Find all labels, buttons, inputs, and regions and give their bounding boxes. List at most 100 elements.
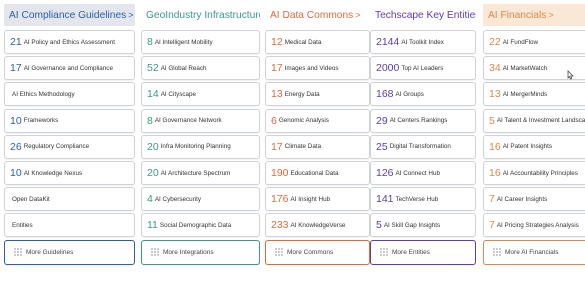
item-label: AI Insight Hub bbox=[290, 195, 331, 203]
list-item[interactable]: 14 AI Cityscape bbox=[141, 82, 260, 107]
more-label: More Commons bbox=[287, 248, 334, 256]
list-item[interactable]: 17 Images and Videos bbox=[265, 56, 370, 81]
more-button-geoindustry-infrastructure[interactable]: More Integrations bbox=[141, 239, 260, 265]
item-count: 10 bbox=[10, 114, 22, 127]
item-label: Infra Monitoring Planning bbox=[160, 143, 231, 151]
item-label: AI Architecture Spectrum bbox=[160, 169, 231, 177]
item-count: 16 bbox=[489, 167, 501, 179]
column-header-compliance-guidelines[interactable]: AI Compliance Guidelines > bbox=[4, 4, 135, 26]
column-title: GeoIndustry Infrastructure bbox=[146, 10, 260, 21]
more-label: More Entities bbox=[392, 248, 430, 256]
list-item[interactable]: 25 Digital Transformation bbox=[370, 134, 476, 159]
list-item[interactable]: 22 AI FundFlow bbox=[483, 30, 585, 54]
item-count: 17 bbox=[10, 62, 22, 75]
item-label: AI MarketWatch bbox=[502, 64, 548, 72]
list-item[interactable]: Entities bbox=[4, 213, 135, 238]
list-item[interactable]: 6 Genomic Analysis bbox=[265, 108, 370, 133]
item-count: 17 bbox=[271, 140, 283, 153]
grid-icon bbox=[14, 248, 22, 257]
list-item[interactable]: 13 Energy Data bbox=[265, 82, 370, 107]
item-count: 13 bbox=[489, 88, 501, 101]
list-item[interactable]: 29 AI Centers Rankings bbox=[370, 108, 476, 133]
item-count: 20 bbox=[147, 140, 159, 153]
item-label: AI FundFlow bbox=[502, 38, 539, 46]
column-techscape-key-entities: Techscape Key Entities> 2144AI Toolkit In… bbox=[370, 4, 476, 284]
more-button-techscape-key-entities[interactable]: More Entities bbox=[370, 239, 476, 265]
column-header-data-commons[interactable]: AI Data Commons > bbox=[265, 4, 370, 26]
list-item[interactable]: 17 Climate Data bbox=[265, 134, 370, 159]
list-item[interactable]: 10 Frameworks bbox=[4, 108, 135, 133]
chevron-right-icon: > bbox=[128, 10, 134, 20]
list-item[interactable]: 141 TechVerse Hub bbox=[370, 187, 476, 212]
item-label: AI Patent Insights bbox=[502, 143, 553, 151]
item-count: 20 bbox=[147, 167, 159, 179]
list-item[interactable]: 168 AI Groups bbox=[370, 82, 476, 107]
grid-icon bbox=[151, 248, 159, 257]
list-item[interactable]: 7 AI Pricing Strategies Analysis bbox=[483, 213, 585, 238]
item-count: 11 bbox=[147, 219, 158, 232]
list-item[interactable]: 190 Educational Data bbox=[265, 161, 370, 185]
list-item[interactable]: Open DataKit bbox=[4, 187, 135, 212]
item-count: 6 bbox=[271, 114, 277, 127]
list-item[interactable]: 176 AI Insight Hub bbox=[265, 187, 370, 212]
list-item[interactable]: 20 Infra Monitoring Planning bbox=[141, 134, 260, 159]
list-item[interactable]: 8 AI Intelligent Mobility bbox=[141, 30, 260, 54]
list-item[interactable]: 16 AI Patent Insights bbox=[483, 134, 585, 159]
chevron-right-icon: > bbox=[355, 10, 361, 20]
list-item[interactable]: 126 AI Connect Hub bbox=[370, 161, 476, 185]
column-header-ai-financials[interactable]: AI Financials > bbox=[483, 4, 585, 26]
item-count: 5 bbox=[376, 219, 382, 232]
list-item[interactable]: 20 AI Architecture Spectrum bbox=[141, 161, 260, 185]
list-item[interactable]: 233 AI KnowledgeVerse bbox=[265, 213, 370, 238]
item-count: 190 bbox=[271, 167, 289, 179]
item-count: 25 bbox=[376, 140, 388, 153]
item-count: 26 bbox=[10, 140, 22, 153]
list-item[interactable]: 8 AI Governance Network bbox=[141, 108, 260, 133]
item-count: 14 bbox=[147, 88, 159, 101]
column-header-techscape-key-entities[interactable]: Techscape Key Entities> bbox=[370, 4, 476, 26]
column-header-geoindustry-infrastructure[interactable]: GeoIndustry Infrastructure> bbox=[141, 4, 260, 26]
column-title: AI Financials bbox=[488, 10, 547, 21]
more-label: More AI Financials bbox=[505, 248, 559, 256]
item-label: AI Connect Hub bbox=[395, 169, 440, 177]
list-item[interactable]: 2144 AI Toolkit Index bbox=[370, 30, 476, 54]
more-button-data-commons[interactable]: More Commons bbox=[265, 239, 370, 265]
grid-icon bbox=[275, 248, 283, 257]
item-label: AI Policy and Ethics Assessment bbox=[23, 38, 116, 46]
list-item[interactable]: 17 AI Governance and Compliance bbox=[4, 56, 135, 81]
item-count: 176 bbox=[271, 193, 289, 206]
item-count: 8 bbox=[147, 36, 153, 48]
item-count: 5 bbox=[489, 114, 495, 127]
list-item[interactable]: 2000 Top AI Leaders bbox=[370, 56, 476, 81]
item-count: 8 bbox=[147, 114, 153, 127]
item-label: AI Cityscape bbox=[160, 90, 197, 98]
item-label: Digital Transformation bbox=[389, 143, 451, 151]
more-button-compliance-guidelines[interactable]: More Guidelines bbox=[4, 239, 135, 265]
item-label: AI Groups bbox=[395, 90, 424, 98]
list-item[interactable]: 4 AI Cybersecurity bbox=[141, 187, 260, 212]
list-item[interactable]: 13 AI MergerMinds bbox=[483, 82, 585, 107]
item-count: 2000 bbox=[376, 62, 400, 75]
column-title: Techscape Key Entities bbox=[375, 10, 476, 21]
item-count: 22 bbox=[489, 36, 501, 48]
more-button-ai-financials[interactable]: More AI Financials bbox=[483, 239, 585, 265]
item-count: 17 bbox=[271, 62, 283, 75]
list-item[interactable]: AI Ethics Methodology bbox=[4, 82, 135, 107]
column-geoindustry-infrastructure: GeoIndustry Infrastructure> 8AI Intellige… bbox=[141, 4, 260, 284]
list-item[interactable]: 5 AI Talent & Investment Landscape bbox=[483, 108, 585, 133]
list-item[interactable]: 26 Regulatory Compliance bbox=[4, 134, 135, 159]
more-label: More Guidelines bbox=[26, 248, 74, 256]
item-label: AI Talent & Investment Landscape bbox=[496, 117, 585, 125]
list-item[interactable]: 12 Medical Data bbox=[265, 30, 370, 54]
list-item[interactable]: 52 AI Global Reach bbox=[141, 56, 260, 81]
list-item[interactable]: 10 AI Knowledge Nexus bbox=[4, 161, 135, 185]
list-item[interactable]: 7 AI Career Insights bbox=[483, 187, 585, 212]
column-data-commons: AI Data Commons > 12 Medical Data 17 Images a… bbox=[265, 4, 370, 284]
item-label: AI Governance and Compliance bbox=[23, 64, 113, 72]
list-item[interactable]: 11 Social Demographic Data bbox=[141, 213, 260, 238]
item-count: 7 bbox=[489, 219, 495, 232]
item-label: AI MergerMinds bbox=[502, 90, 548, 98]
list-item[interactable]: 21 AI Policy and Ethics Assessment bbox=[4, 30, 135, 54]
list-item[interactable]: 5 AI Skill Gap Insights bbox=[370, 213, 476, 238]
list-item[interactable]: 16 AI Accountability Principles bbox=[483, 161, 585, 185]
